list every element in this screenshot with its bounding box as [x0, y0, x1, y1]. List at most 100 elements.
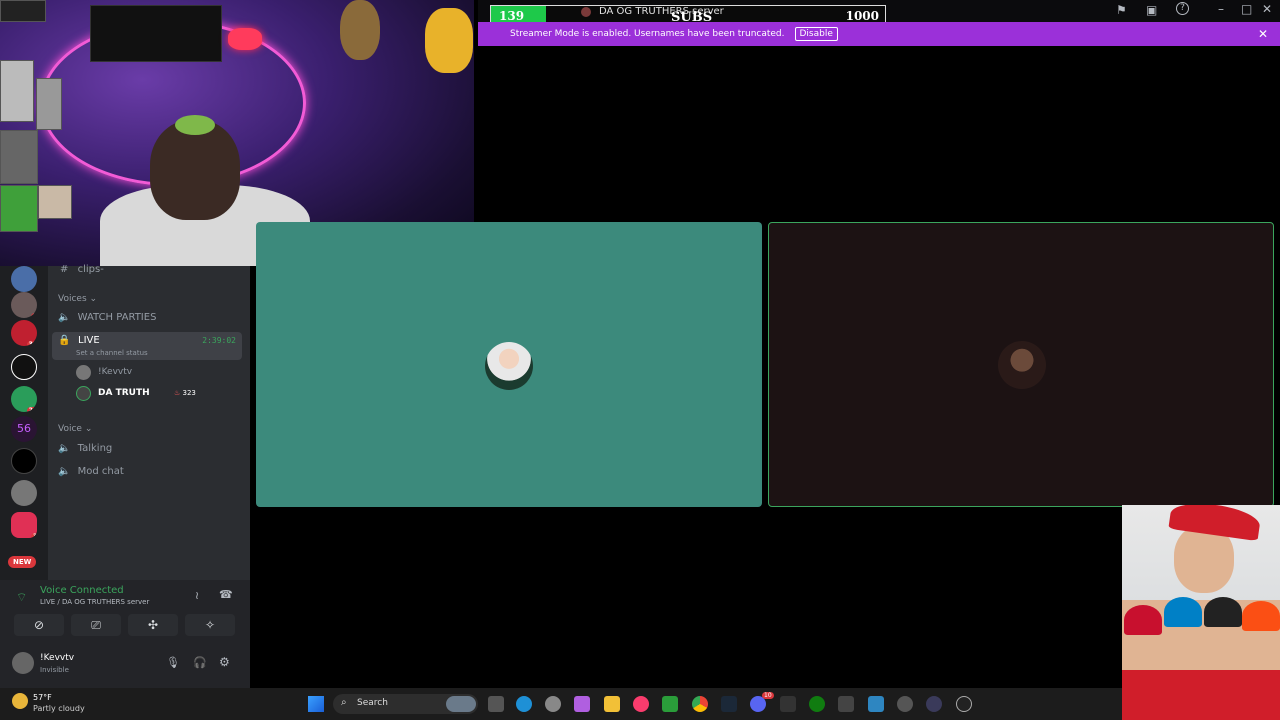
- headphones: [175, 115, 215, 135]
- search-box[interactable]: ⌕ Search: [333, 694, 478, 714]
- soundboard-icon: ✧: [204, 618, 216, 632]
- minimize-icon[interactable]: –: [1218, 2, 1224, 16]
- avatar: [998, 341, 1046, 389]
- weather-description[interactable]: Partly cloudy: [33, 704, 85, 713]
- headphones-icon[interactable]: 🎧: [193, 656, 207, 669]
- xbox-icon[interactable]: [809, 696, 825, 712]
- noise-suppression-icon[interactable]: ≀: [195, 589, 199, 602]
- app-icon[interactable]: [838, 696, 854, 712]
- server-icon[interactable]: 56: [11, 416, 37, 442]
- avatar: [485, 342, 533, 390]
- settings-icon[interactable]: [545, 696, 561, 712]
- server-icon[interactable]: 26: [11, 386, 37, 412]
- photo-overlay: [1122, 505, 1280, 720]
- task-view-icon[interactable]: [488, 696, 504, 712]
- fire-icon: ♨: [174, 389, 181, 397]
- voice-status[interactable]: Voice Connected: [40, 585, 124, 596]
- voice-location[interactable]: LIVE / DA OG TRUTHERS server: [40, 598, 149, 606]
- server-icon[interactable]: 2: [11, 292, 37, 318]
- channel-talking[interactable]: 🔈 Talking: [58, 443, 112, 454]
- server-icon[interactable]: [11, 266, 37, 292]
- channel-watch-parties[interactable]: 🔈 WATCH PARTIES: [58, 312, 156, 323]
- edge-icon[interactable]: [516, 696, 532, 712]
- helmet-cap: [1164, 597, 1202, 627]
- server-icon[interactable]: 36: [11, 320, 37, 346]
- helmet-cap: [1204, 597, 1242, 627]
- channel-clips[interactable]: # clips-: [60, 264, 104, 275]
- obs-icon[interactable]: [897, 696, 913, 712]
- username[interactable]: !Kevvtv: [40, 653, 74, 663]
- voice-timer: 2:39:02: [202, 336, 236, 345]
- soundboard-button[interactable]: ✧: [185, 614, 235, 636]
- server-icon[interactable]: 3: [11, 512, 37, 538]
- video-tile-speaking[interactable]: [768, 222, 1274, 507]
- server-icon[interactable]: [11, 354, 37, 380]
- camera-button[interactable]: ⊘: [14, 614, 64, 636]
- file-explorer-icon[interactable]: [604, 696, 620, 712]
- participant-name: DA TRUTH: [98, 388, 150, 398]
- wall-tv: [90, 5, 222, 62]
- server-list: 2 36 26 56 3 NEW: [0, 266, 48, 580]
- inbox-flag-icon[interactable]: ⚑: [1116, 3, 1127, 17]
- copilot-icon[interactable]: [574, 696, 590, 712]
- avatar: [76, 365, 91, 380]
- maximize-icon[interactable]: □: [1241, 2, 1252, 16]
- channel-label: Mod chat: [77, 466, 124, 477]
- hash-icon: #: [60, 264, 69, 275]
- streamer-mode-banner: Streamer Mode is enabled. Usernames have…: [478, 22, 1280, 46]
- screen-share-icon: ⎚: [91, 617, 101, 632]
- category-label: Voices: [58, 294, 87, 304]
- user-status: Invisible: [40, 666, 69, 674]
- server-icon[interactable]: [11, 480, 37, 506]
- category-label: Voice: [58, 424, 82, 434]
- chrome-icon[interactable]: [692, 696, 708, 712]
- activities-button[interactable]: ✣: [128, 614, 178, 636]
- server-icon: [581, 7, 591, 17]
- app-icon[interactable]: [926, 696, 942, 712]
- notification-badge: 10: [762, 692, 774, 699]
- weather-icon[interactable]: [12, 693, 28, 709]
- avatar[interactable]: [12, 652, 34, 674]
- music-icon[interactable]: [633, 696, 649, 712]
- spreadsheet-icon[interactable]: [662, 696, 678, 712]
- mic-icon[interactable]: 🎙: [166, 656, 180, 669]
- screen-share-button[interactable]: ⎚: [71, 614, 121, 636]
- channel-label: clips-: [77, 264, 104, 275]
- steam-icon[interactable]: [721, 696, 737, 712]
- category-voices[interactable]: Voices ⌄: [58, 294, 97, 304]
- helmet-cap: [1124, 605, 1162, 635]
- unreal-engine-icon[interactable]: [956, 696, 972, 712]
- windows-start-icon[interactable]: [308, 696, 324, 712]
- overlay-thumbnail: [36, 78, 62, 130]
- mention-badge: 26: [26, 407, 37, 412]
- toy-figurine: [425, 8, 473, 73]
- channel-label: Talking: [77, 443, 113, 454]
- signal-icon[interactable]: ⌔: [16, 590, 27, 605]
- new-badge[interactable]: NEW: [8, 556, 37, 568]
- chevron-down-icon: ⌄: [89, 294, 98, 304]
- app-icon[interactable]: [868, 696, 884, 712]
- temperature[interactable]: 57°F: [33, 693, 52, 702]
- lock-icon: 🔒: [58, 335, 71, 346]
- search-icon: ⌕: [341, 697, 347, 708]
- video-tile[interactable]: [256, 222, 762, 507]
- close-banner-icon[interactable]: ✕: [1258, 27, 1268, 41]
- disconnect-icon[interactable]: ☎: [219, 588, 233, 601]
- app-icon[interactable]: [780, 696, 796, 712]
- disable-button[interactable]: Disable: [794, 27, 838, 41]
- screen-icon[interactable]: ▣: [1146, 3, 1157, 17]
- category-voice[interactable]: Voice ⌄: [58, 424, 92, 434]
- server-icon[interactable]: [11, 448, 37, 474]
- channel-label: WATCH PARTIES: [77, 312, 157, 323]
- owl-figurine: [340, 0, 380, 60]
- avatar: [76, 386, 91, 401]
- help-icon[interactable]: ?: [1176, 2, 1189, 15]
- close-window-icon[interactable]: ✕: [1262, 2, 1272, 16]
- speaker-icon: 🔈: [58, 312, 71, 323]
- channel-live[interactable]: 🔒 LIVE 2:39:02 Set a channel status: [52, 332, 242, 360]
- channel-status-hint[interactable]: Set a channel status: [76, 349, 148, 357]
- participant-name: !Kevvtv: [98, 367, 133, 377]
- overlay-thumbnail: [0, 185, 38, 232]
- gear-icon[interactable]: ⚙: [219, 655, 230, 669]
- channel-mod-chat[interactable]: 🔈 Mod chat: [58, 466, 124, 477]
